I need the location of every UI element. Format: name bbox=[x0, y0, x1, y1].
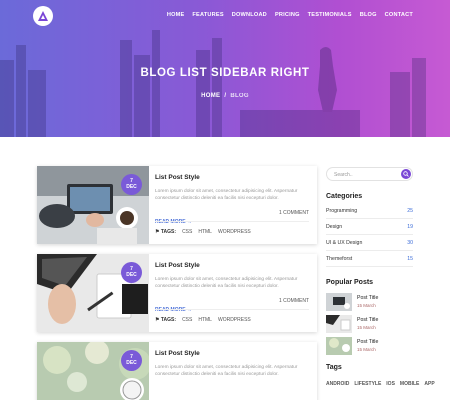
post-divider bbox=[155, 309, 309, 310]
category-name: UI & UX Design bbox=[326, 240, 363, 246]
search-button[interactable] bbox=[401, 169, 411, 179]
category-item[interactable]: UI & UX Design 30 bbox=[326, 235, 413, 251]
tags-label-text: TAGS: bbox=[160, 229, 177, 235]
popular-post-date: 15 March bbox=[357, 303, 376, 308]
post-date-month: DEC bbox=[126, 184, 137, 190]
search-input[interactable]: Search.. bbox=[326, 167, 413, 181]
post-excerpt: Lorem ipsum dolor sit amet, consectetur … bbox=[155, 277, 298, 289]
post-date-month: DEC bbox=[126, 360, 137, 366]
tag-link[interactable]: WORDPRESS bbox=[218, 317, 251, 323]
main-nav: HOME FEATURES DOWNLOAD PRICING TESTIMONI… bbox=[167, 12, 413, 18]
post-title[interactable]: List Post Style bbox=[155, 262, 309, 269]
tags-label: ⚑ TAGS: bbox=[155, 317, 176, 323]
post-date-badge: 7 DEC bbox=[121, 262, 142, 283]
breadcrumb-separator: / bbox=[224, 93, 227, 99]
popular-post-title: Post Title bbox=[357, 339, 379, 345]
tag-link[interactable]: HTML bbox=[198, 229, 212, 235]
search-icon bbox=[403, 171, 409, 177]
search-placeholder: Search.. bbox=[334, 172, 353, 178]
popular-post-thumbnail bbox=[326, 337, 352, 355]
post-tags: ⚑ TAGS: CSS HTML WORDPRESS bbox=[155, 229, 251, 235]
nav-download[interactable]: DOWNLOAD bbox=[232, 12, 267, 18]
tags-heading: Tags bbox=[326, 364, 342, 371]
tag-link[interactable]: HTML bbox=[198, 317, 212, 323]
tag-cloud-item[interactable]: APP bbox=[424, 381, 434, 387]
nav-pricing[interactable]: PRICING bbox=[275, 12, 300, 18]
category-name: Themeforst bbox=[326, 256, 353, 262]
tag-cloud: ANDROID LIFESTYLE IOS MOBILE APP bbox=[326, 378, 435, 390]
read-more-link[interactable]: READ MORE → bbox=[155, 307, 192, 313]
category-count: 15 bbox=[407, 256, 413, 262]
popular-post-item[interactable]: Post Title 15 March bbox=[326, 337, 413, 357]
tags-label: ⚑ TAGS: bbox=[155, 229, 176, 235]
tag-link[interactable]: CSS bbox=[182, 317, 192, 323]
popular-post-title: Post Title bbox=[357, 295, 379, 301]
breadcrumb: HOME / BLOG bbox=[0, 93, 450, 99]
nav-contact[interactable]: CONTACT bbox=[385, 12, 413, 18]
popular-post-date: 15 March bbox=[357, 325, 376, 330]
post-excerpt: Lorem ipsum dolor sit amet, consectetur … bbox=[155, 189, 298, 201]
post-date-badge: 7 DEC bbox=[121, 350, 142, 371]
tag-icon: ⚑ bbox=[155, 317, 160, 323]
post-divider bbox=[155, 221, 309, 222]
category-count: 25 bbox=[407, 208, 413, 214]
hero-banner: HOME FEATURES DOWNLOAD PRICING TESTIMONI… bbox=[0, 0, 450, 137]
nav-features[interactable]: FEATURES bbox=[192, 12, 223, 18]
tag-cloud-item[interactable]: MOBILE bbox=[400, 381, 419, 387]
popular-post-item[interactable]: Post Title 15 March bbox=[326, 315, 413, 335]
popular-post-item[interactable]: Post Title 15 March bbox=[326, 293, 413, 313]
category-item[interactable]: Programming 25 bbox=[326, 203, 413, 219]
post-card: 7 DEC List Post Style Lorem ipsum dolor … bbox=[37, 254, 317, 332]
post-excerpt: Lorem ipsum dolor sit amet, consectetur … bbox=[155, 365, 298, 377]
post-date-month: DEC bbox=[126, 272, 137, 278]
popular-post-thumbnail bbox=[326, 315, 352, 333]
read-more-link[interactable]: READ MORE → bbox=[155, 219, 192, 225]
category-item[interactable]: Themeforst 15 bbox=[326, 251, 413, 267]
tags-label-text: TAGS: bbox=[160, 317, 177, 323]
post-tags: ⚑ TAGS: CSS HTML WORDPRESS bbox=[155, 317, 251, 323]
categories-heading: Categories bbox=[326, 193, 363, 200]
popular-post-title: Post Title bbox=[357, 317, 379, 323]
breadcrumb-current: BLOG bbox=[230, 93, 249, 99]
post-title[interactable]: List Post Style bbox=[155, 350, 309, 357]
tag-cloud-item[interactable]: IOS bbox=[386, 381, 395, 387]
tag-link[interactable]: CSS bbox=[182, 229, 192, 235]
category-count: 30 bbox=[407, 240, 413, 246]
popular-post-thumbnail bbox=[326, 293, 352, 311]
nav-testimonials[interactable]: TESTIMONIALS bbox=[308, 12, 352, 18]
comment-count[interactable]: 1 COMMENT bbox=[279, 210, 309, 216]
category-item[interactable]: Design 19 bbox=[326, 219, 413, 235]
nav-blog[interactable]: BLOG bbox=[360, 12, 377, 18]
post-date-badge: 7 DEC bbox=[121, 174, 142, 195]
tag-cloud-item[interactable]: LIFESTYLE bbox=[354, 381, 381, 387]
page-title: BLOG LIST SIDEBAR RIGHT bbox=[140, 67, 310, 79]
tag-icon: ⚑ bbox=[155, 229, 160, 235]
post-card: 7 DEC List Post Style Lorem ipsum dolor … bbox=[37, 342, 317, 400]
nav-home[interactable]: HOME bbox=[167, 12, 185, 18]
category-name: Programming bbox=[326, 208, 358, 214]
post-title[interactable]: List Post Style bbox=[155, 174, 309, 181]
tag-cloud-item[interactable]: ANDROID bbox=[326, 381, 349, 387]
category-count: 19 bbox=[407, 224, 413, 230]
popular-posts-heading: Popular Posts bbox=[326, 279, 374, 286]
popular-post-date: 15 March bbox=[357, 347, 376, 352]
category-name: Design bbox=[326, 224, 343, 230]
logo-triangle-icon bbox=[38, 11, 48, 21]
breadcrumb-home[interactable]: HOME bbox=[201, 93, 220, 99]
comment-count[interactable]: 1 COMMENT bbox=[279, 298, 309, 304]
tag-link[interactable]: WORDPRESS bbox=[218, 229, 251, 235]
brand-logo[interactable] bbox=[33, 6, 53, 26]
post-card: 7 DEC List Post Style Lorem ipsum dolor … bbox=[37, 166, 317, 244]
